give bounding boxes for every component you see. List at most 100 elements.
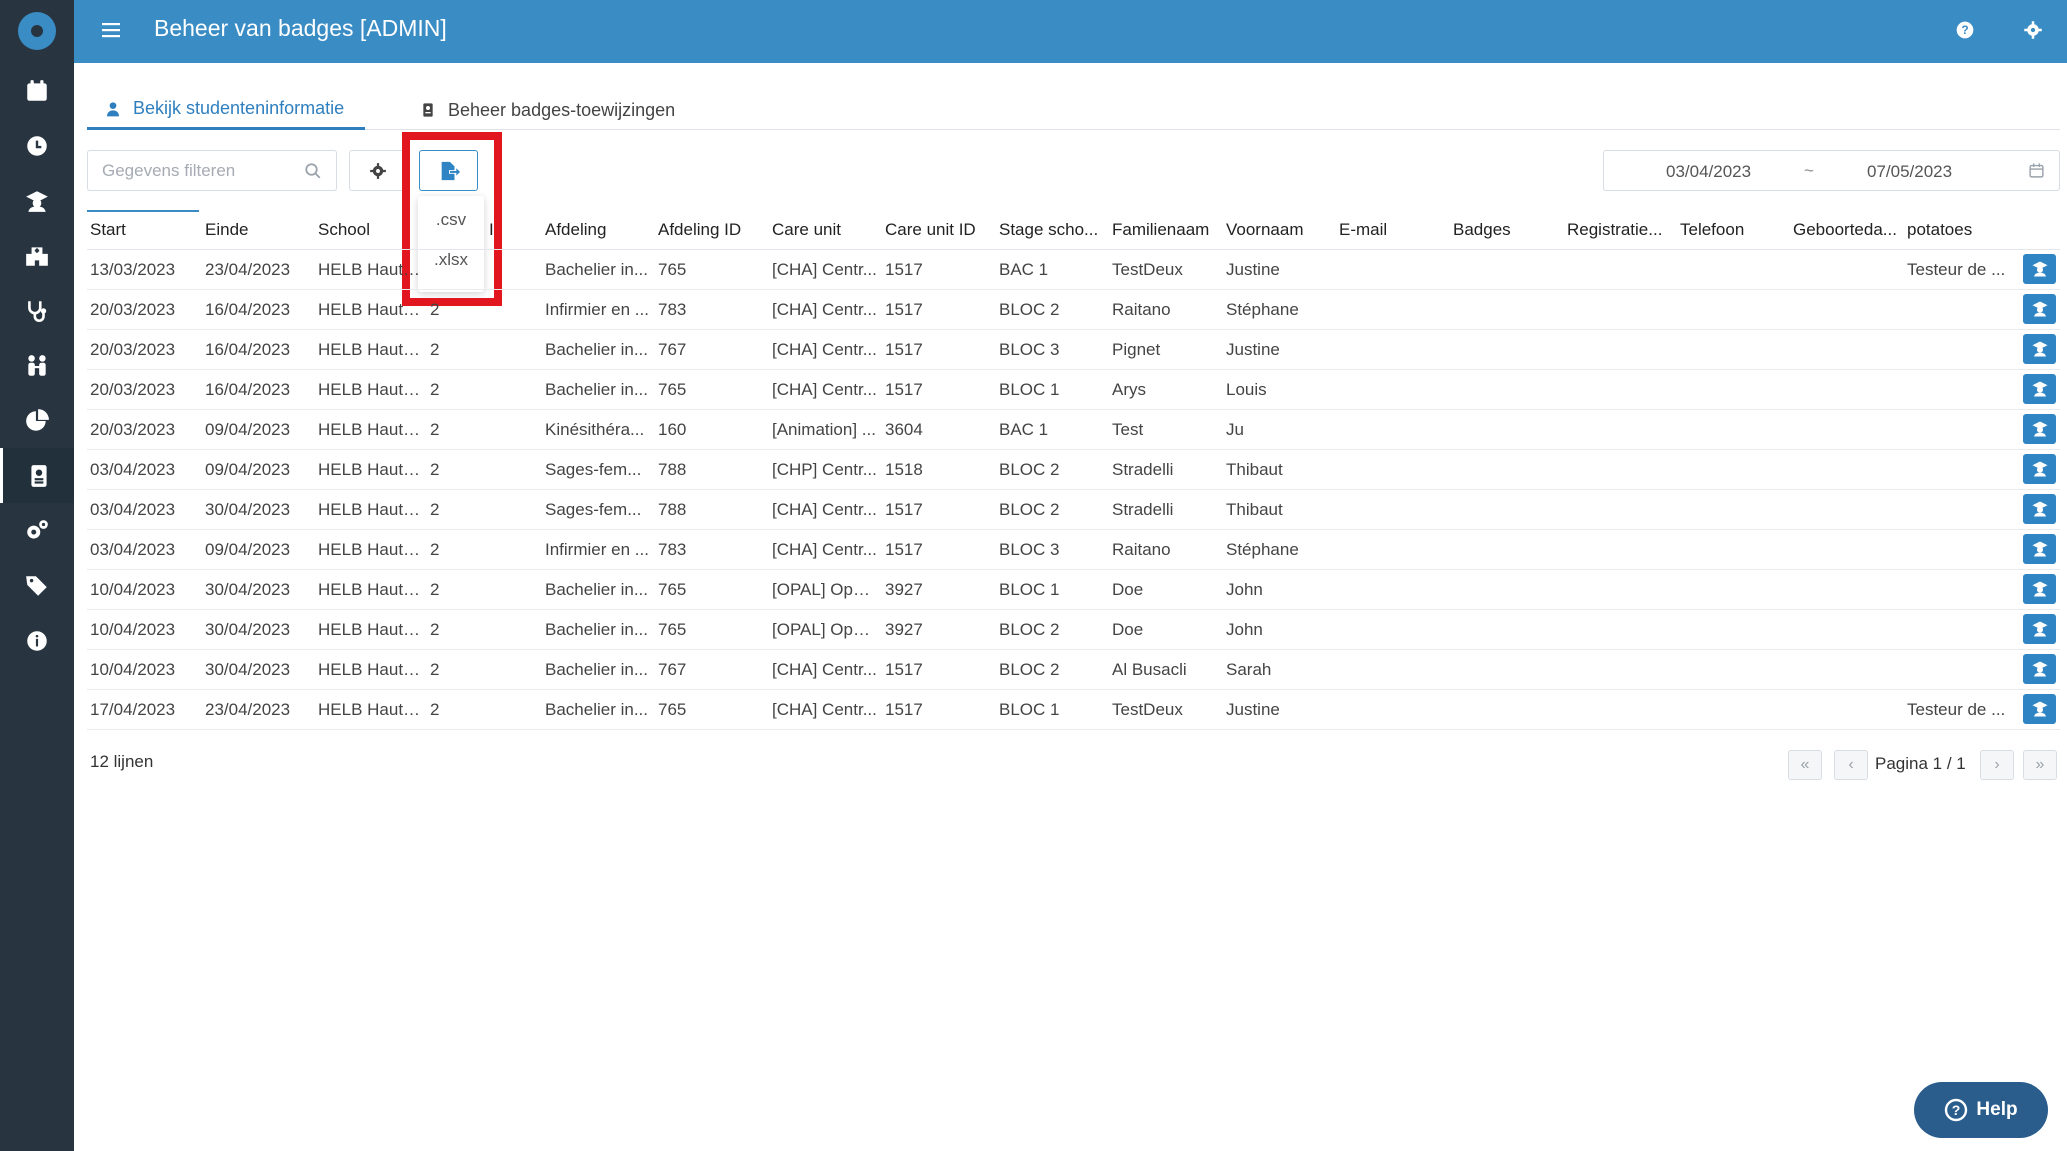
column-header-id[interactable]: I	[489, 220, 509, 240]
sidebar-item-hospital[interactable]	[0, 228, 74, 283]
sidebar-item-students[interactable]	[0, 173, 74, 228]
student-badge-button[interactable]	[2023, 454, 2056, 484]
table-row[interactable]: 10/04/2023 30/04/2023 HELB Haute... 2 Bachel…	[87, 650, 2060, 690]
date-to[interactable]: 07/05/2023	[1867, 162, 1952, 182]
column-header-afdeling-id[interactable]: Afdeling ID	[658, 220, 768, 240]
student-badge-button[interactable]	[2023, 374, 2056, 404]
cell-care-unit-id: 3604	[885, 420, 923, 439]
clock-icon	[27, 135, 47, 156]
cell-care-unit-id: 1518	[885, 460, 923, 479]
cell-voornaam: Thibaut	[1226, 500, 1283, 519]
column-header-badges[interactable]: Badges	[1453, 220, 1558, 240]
cell-start: 20/03/2023	[90, 420, 176, 439]
app-logo[interactable]	[16, 10, 58, 52]
sidebar-item-stethoscope[interactable]	[0, 283, 74, 338]
sidebar-item-info[interactable]	[0, 613, 74, 668]
table-row[interactable]: 13/03/2023 23/04/2023 HELB Haute... Bacheli…	[87, 250, 2060, 290]
tab-student-info[interactable]: Bekijk studenteninformatie	[87, 90, 365, 130]
column-header-potatoes[interactable]: potatoes	[1907, 220, 2012, 240]
cell-einde: 09/04/2023	[205, 540, 291, 559]
help-button[interactable]: ? Help	[1914, 1082, 2048, 1138]
calendar-icon	[27, 79, 47, 101]
table-row[interactable]: 10/04/2023 30/04/2023 HELB Haute... 2 Bachel…	[87, 610, 2060, 650]
column-header-care-unit-id[interactable]: Care unit ID	[885, 220, 995, 240]
table-row[interactable]: 03/04/2023 09/04/2023 HELB Haute... 2 Infirm…	[87, 530, 2060, 570]
student-badge-button[interactable]	[2023, 494, 2056, 524]
table-row[interactable]: 20/03/2023 09/04/2023 HELB Haute... 2 Kinési…	[87, 410, 2060, 450]
date-from[interactable]: 03/04/2023	[1666, 162, 1751, 182]
settings-gear-icon[interactable]	[2021, 18, 2045, 42]
column-header-start[interactable]: Start	[90, 220, 195, 240]
cell-care-unit: [CHA] Centr...	[772, 300, 877, 319]
cell-einde: 09/04/2023	[205, 460, 291, 479]
column-header-school[interactable]: School	[318, 220, 423, 240]
column-header-email[interactable]: E-mail	[1339, 220, 1444, 240]
cell-potatoes: Testeur de ...	[1907, 260, 2006, 279]
cell-care-unit: [CHA] Centr...	[772, 260, 877, 279]
search-icon[interactable]	[304, 162, 322, 180]
tab-badge-assignments[interactable]: Beheer badges-toewijzingen	[420, 90, 675, 130]
previous-page-button[interactable]: ‹	[1834, 750, 1868, 780]
table-row[interactable]: 20/03/2023 16/04/2023 HELB Haute... 2 Bachel…	[87, 370, 2060, 410]
date-range-picker[interactable]: 03/04/2023 ~ 07/05/2023	[1603, 150, 2060, 191]
cell-familienaam: Raitano	[1112, 300, 1171, 319]
cell-id: 2	[430, 380, 440, 399]
student-badge-button[interactable]	[2023, 294, 2056, 324]
cell-start: 20/03/2023	[90, 380, 176, 399]
student-badge-button[interactable]	[2023, 694, 2056, 724]
cell-afdeling: Bachelier in...	[545, 700, 648, 719]
student-badge-button[interactable]	[2023, 414, 2056, 444]
column-header-stage-school[interactable]: Stage scho...	[999, 220, 1111, 240]
student-badge-button[interactable]	[2023, 654, 2056, 684]
last-page-button[interactable]: »	[2023, 750, 2057, 780]
tab-bar: Bekijk studenteninformatie Beheer badges…	[87, 80, 2060, 130]
column-header-familienaam[interactable]: Familienaam	[1112, 220, 1224, 240]
hamburger-menu-icon[interactable]	[100, 19, 122, 41]
column-header-afdeling[interactable]: Afdeling	[545, 220, 650, 240]
column-header-care-unit[interactable]: Care unit	[772, 220, 877, 240]
cell-afdeling: Infirmier en ...	[545, 300, 649, 319]
calendar-icon[interactable]	[2028, 162, 2045, 179]
first-page-button[interactable]: «	[1788, 750, 1822, 780]
help-circle-icon[interactable]: ?	[1953, 18, 1977, 42]
cell-id: 2	[430, 660, 440, 679]
sidebar-item-calendar[interactable]	[0, 63, 74, 118]
cell-id: 2	[430, 620, 440, 639]
sidebar-item-people[interactable]	[0, 338, 74, 393]
next-page-button[interactable]: ›	[1980, 750, 2014, 780]
column-header-geboortedatum[interactable]: Geboorteda...	[1793, 220, 1905, 240]
column-header-einde[interactable]: Einde	[205, 220, 310, 240]
column-header-telefoon[interactable]: Telefoon	[1680, 220, 1785, 240]
column-settings-button[interactable]	[349, 150, 407, 191]
sidebar-item-clock[interactable]	[0, 118, 74, 173]
cell-start: 10/04/2023	[90, 620, 176, 639]
column-header-registratie[interactable]: Registratie...	[1567, 220, 1679, 240]
cell-school: HELB Haute...	[318, 340, 423, 359]
cell-voornaam: Justine	[1226, 340, 1280, 359]
table-row[interactable]: 03/04/2023 09/04/2023 HELB Haute... 2 Sages-…	[87, 450, 2060, 490]
column-header-voornaam[interactable]: Voornaam	[1226, 220, 1331, 240]
graduate-icon	[2032, 461, 2047, 477]
sidebar-item-statistics[interactable]	[0, 393, 74, 448]
sidebar-item-settings[interactable]	[0, 503, 74, 558]
sidebar-item-badges[interactable]	[0, 448, 74, 503]
cell-start: 03/04/2023	[90, 540, 176, 559]
table-row[interactable]: 17/04/2023 23/04/2023 HELB Haute... 2 Bachel…	[87, 690, 2060, 730]
table-row[interactable]: 03/04/2023 30/04/2023 HELB Haute... 2 Sages-…	[87, 490, 2060, 530]
cell-afdeling: Bachelier in...	[545, 660, 648, 679]
filter-input[interactable]	[88, 151, 288, 190]
cell-einde: 16/04/2023	[205, 300, 291, 319]
cell-afdeling: Infirmier en ...	[545, 540, 649, 559]
student-badge-button[interactable]	[2023, 574, 2056, 604]
cell-school: HELB Haute...	[318, 660, 423, 679]
student-badge-button[interactable]	[2023, 254, 2056, 284]
table-row[interactable]: 20/03/2023 16/04/2023 HELB Haute... 2 Infirm…	[87, 290, 2060, 330]
table-row[interactable]: 10/04/2023 30/04/2023 HELB Haute... 2 Bachel…	[87, 570, 2060, 610]
student-badge-button[interactable]	[2023, 614, 2056, 644]
cell-start: 17/04/2023	[90, 700, 176, 719]
student-badge-button[interactable]	[2023, 534, 2056, 564]
sidebar-item-tags[interactable]	[0, 558, 74, 613]
student-badge-button[interactable]	[2023, 334, 2056, 364]
table-row[interactable]: 20/03/2023 16/04/2023 HELB Haute... 2 Bachel…	[87, 330, 2060, 370]
cell-care-unit: [Animation] ...	[772, 420, 876, 439]
